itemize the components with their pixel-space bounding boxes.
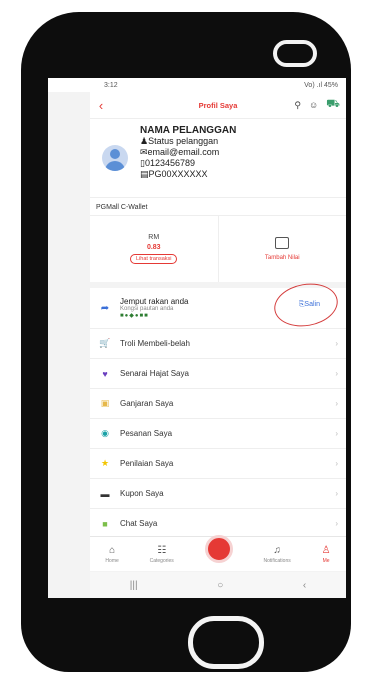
cart-icon[interactable]: ⛟ <box>326 98 340 112</box>
avatar[interactable] <box>102 145 128 171</box>
customer-phone: 0123456789 <box>144 158 196 168</box>
back-nav-icon[interactable]: ‹ <box>303 580 306 591</box>
phone-screen: 3:12 Vo) .ıl 45% ‹ Profil Saya ⚲ ☺ ⛟ NAM… <box>48 78 346 598</box>
customer-status: Status pelanggan <box>148 136 219 146</box>
app-bar: ‹ Profil Saya ⚲ ☺ ⛟ <box>90 92 346 119</box>
menu-item[interactable]: ★ Penilaian Saya › <box>90 449 346 479</box>
chevron-right-icon: › <box>335 459 338 468</box>
cart-icon: 🛒 <box>99 338 111 348</box>
home-icon: ⌂ <box>109 544 116 556</box>
menu-item-label: Senarai Hajat Saya <box>120 369 189 378</box>
customer-email: email@email.com <box>147 147 220 157</box>
topup-label: Tambah Nilai <box>264 255 300 261</box>
home-button[interactable] <box>188 616 264 669</box>
customer-id: PG00XXXXXX <box>148 169 208 179</box>
filter-icon: ☷ <box>157 544 167 556</box>
menu-item[interactable]: ♥ Senarai Hajat Saya › <box>90 359 346 389</box>
status-time: 3:12 <box>104 81 118 89</box>
tab-categories[interactable]: ☷ Categories <box>150 545 174 564</box>
chevron-right-icon: › <box>335 339 338 348</box>
menu-item[interactable]: 🛒 Troli Membeli-belah › <box>90 329 346 359</box>
android-nav-bar: ||| ○ ‹ <box>90 572 346 598</box>
profile-menu: 🛒 Troli Membeli-belah › ♥ Senarai Hajat Saya… <box>90 329 346 539</box>
wallet-icon <box>275 237 290 249</box>
heart-icon: ♥ <box>102 368 108 379</box>
wallet-title: PGMall C-Wallet <box>90 197 346 215</box>
chevron-right-icon: › <box>335 519 338 528</box>
menu-item[interactable]: ◉ Pesanan Saya › <box>90 419 346 449</box>
view-transactions-button[interactable]: Lihat transaksi <box>130 254 178 264</box>
menu-item-label: Penilaian Saya <box>120 459 174 468</box>
menu-item-label: Pesanan Saya <box>120 429 173 438</box>
menu-item-label: Kupon Saya <box>120 489 164 498</box>
wallet-section: RM 0.83 Lihat transaksi Tambah Nilai <box>90 215 346 282</box>
social-share-icons[interactable]: ■●◆●■■ <box>120 312 189 319</box>
bell-icon: ♫ <box>273 544 281 556</box>
person-icon: ♙ <box>321 544 331 556</box>
recent-apps-icon[interactable]: ||| <box>130 580 138 591</box>
menu-item-label: Ganjaran Saya <box>120 399 174 408</box>
status-bar: 3:12 Vo) .ıl 45% <box>48 78 346 92</box>
invite-friends-row[interactable]: ➦ Jemput rakan anda Kongsi pautan anda ■… <box>90 278 346 332</box>
chevron-right-icon: › <box>335 369 338 378</box>
id-card-icon: ▤ <box>140 169 149 179</box>
wallet-currency: RM <box>148 234 160 241</box>
pgmall-logo-icon <box>204 535 233 563</box>
menu-item[interactable]: ▬ Kupon Saya › <box>90 479 346 509</box>
mail-icon: ✉ <box>140 147 148 157</box>
profile-card[interactable]: NAMA PELANGGAN ♟Status pelanggan ✉email@… <box>90 119 346 197</box>
customer-name: NAMA PELANGGAN <box>140 125 237 136</box>
status-signal: Vo) .ıl 45% <box>304 81 338 89</box>
order-icon: ◉ <box>101 428 109 438</box>
search-icon[interactable]: ⚲ <box>294 100 301 111</box>
share-arrow-icon: ➦ <box>100 302 110 314</box>
chevron-right-icon: › <box>335 489 338 498</box>
topup-button[interactable]: Tambah Nilai <box>217 216 347 282</box>
user-icon: ♟ <box>140 136 149 146</box>
bottom-tab-bar: ⌂ Home ☷ Categories ♫ Notifications ♙ Me <box>90 535 346 571</box>
chat-bubble-icon[interactable]: ☺ <box>309 100 318 110</box>
coupon-icon: ▬ <box>100 488 110 499</box>
chevron-right-icon: › <box>335 399 338 408</box>
tab-home[interactable]: ⌂ Home <box>105 545 118 564</box>
menu-item-label: Chat Saya <box>120 519 158 528</box>
star-icon: ★ <box>100 458 110 468</box>
tab-center[interactable] <box>204 535 233 563</box>
gift-icon: ▣ <box>100 398 110 408</box>
wallet-balance: 0.83 <box>146 244 161 251</box>
menu-item-label: Troli Membeli-belah <box>120 339 190 348</box>
menu-item[interactable]: ▣ Ganjaran Saya › <box>90 389 346 419</box>
tab-notifications[interactable]: ♫ Notifications <box>263 545 290 564</box>
chat-icon: ■ <box>102 518 108 529</box>
home-circle-icon[interactable]: ○ <box>217 580 223 591</box>
chevron-right-icon: › <box>335 429 338 438</box>
tab-me[interactable]: ♙ Me <box>322 545 331 564</box>
camera-icon <box>273 40 317 67</box>
invite-title: Jemput rakan anda <box>120 297 189 306</box>
